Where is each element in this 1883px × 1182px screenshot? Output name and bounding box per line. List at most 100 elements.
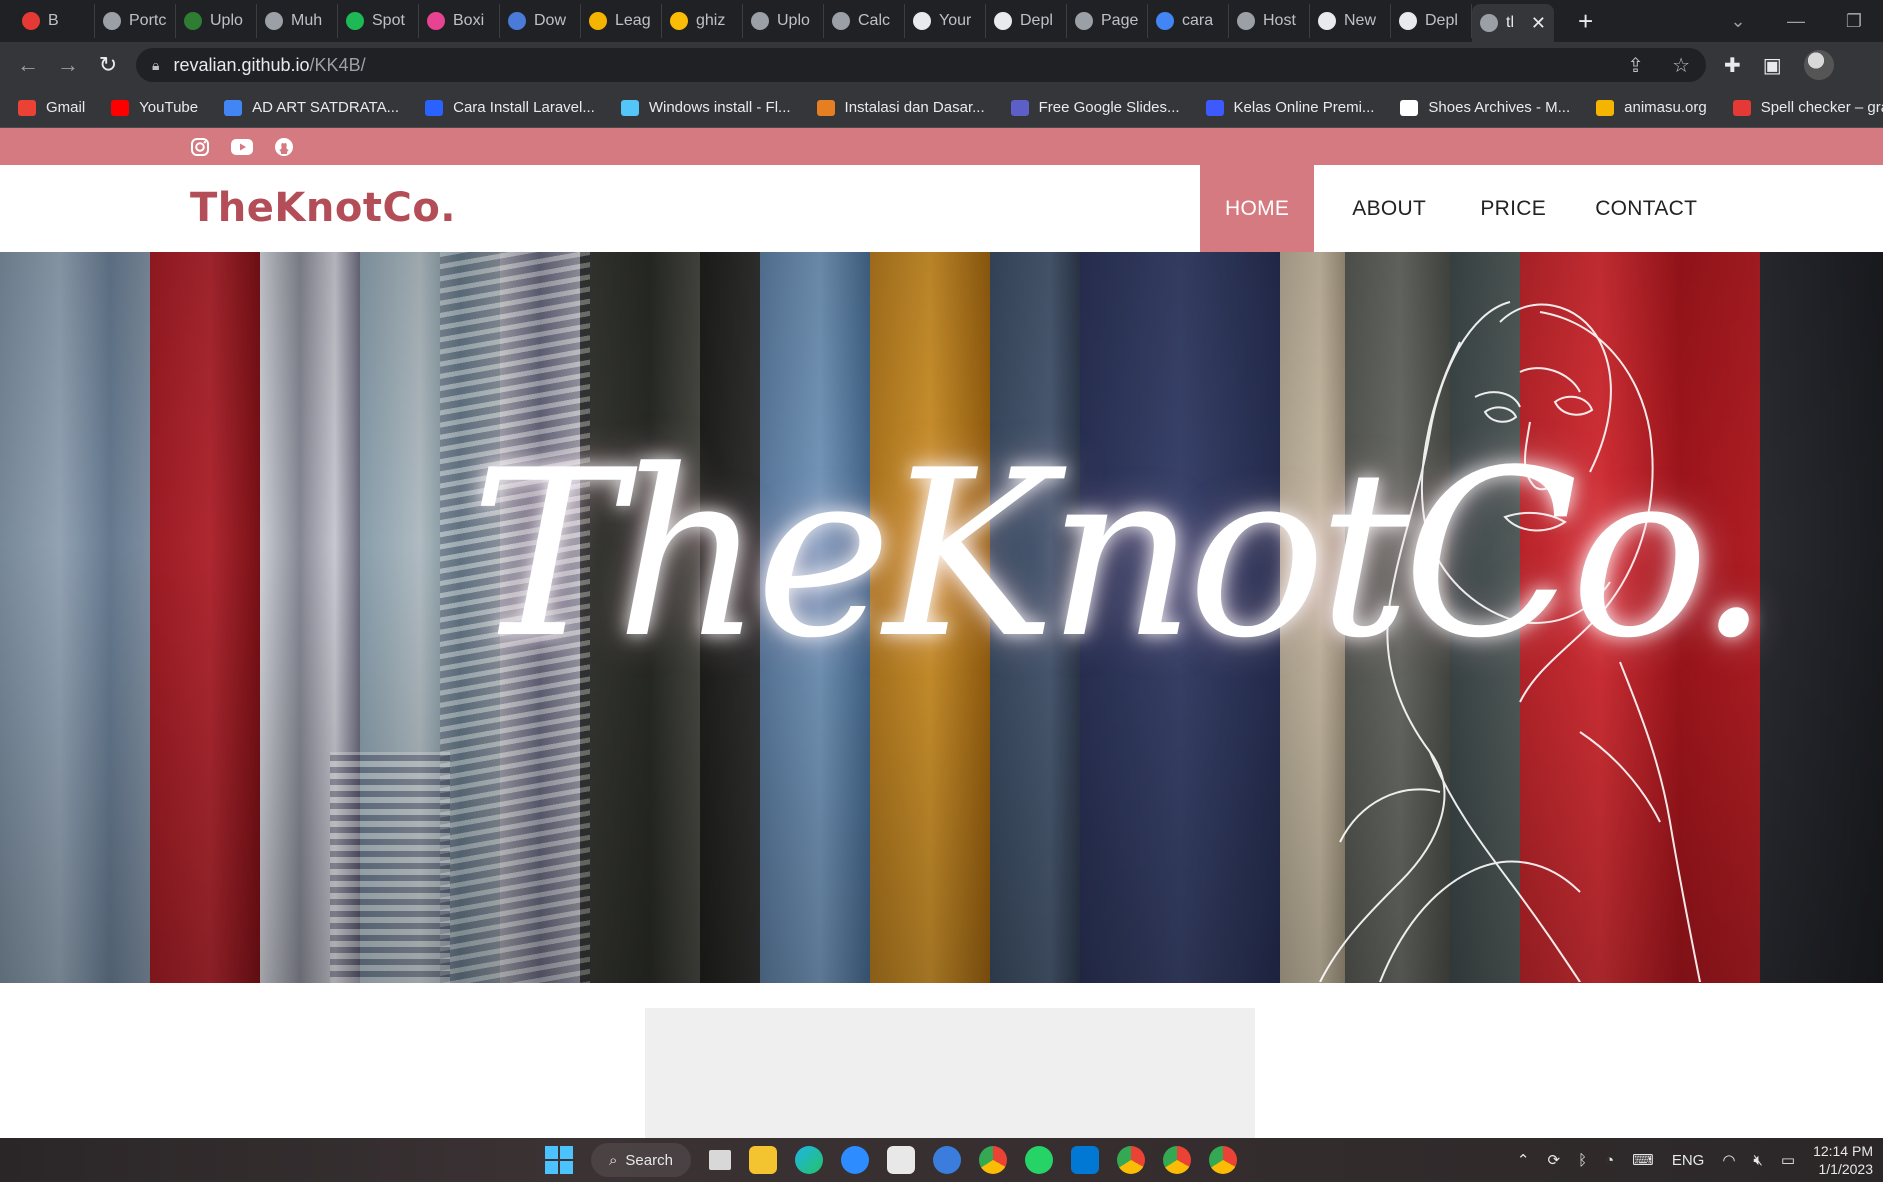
chrome-profile-icon[interactable] [1116,1146,1145,1174]
battery-icon[interactable]: ▭ [1781,1151,1795,1169]
edge-icon[interactable] [794,1146,823,1174]
browser-tab[interactable]: Spot [338,4,419,38]
task-view-icon[interactable] [708,1150,731,1170]
tab-favicon-icon [346,12,364,30]
bookmark-item[interactable]: YouTube [111,99,198,116]
tab-favicon-icon [1075,12,1093,30]
bookmark-item[interactable]: animasu.org [1596,99,1707,116]
forward-button[interactable]: → [48,52,88,78]
bookmark-favicon-icon [425,99,444,116]
reload-button[interactable]: ↻ [88,52,128,78]
social-topbar [0,128,1883,165]
bookmark-item[interactable]: Spell checker – gra... [1732,99,1883,116]
lock-icon[interactable]: 🔒︎ [152,57,159,74]
bookmark-item[interactable]: Cara Install Laravel... [425,99,595,116]
bookmark-item[interactable]: Windows install - Fl... [620,99,791,116]
close-tab-icon[interactable]: ✕ [1531,13,1546,34]
browser-tab[interactable]: Uplo [176,4,257,38]
nav-contact[interactable]: CONTACT [1570,165,1722,252]
tab-search-chevron-icon[interactable]: ⌄ [1709,11,1767,32]
language-indicator[interactable]: ENG [1672,1152,1705,1169]
tab-title: Spot [372,12,405,29]
browser-tab[interactable]: Uplo [743,4,824,38]
bookmark-item[interactable]: Shoes Archives - M... [1400,99,1570,116]
tab-favicon-icon [994,12,1012,30]
clock-time: 12:14 PM [1813,1143,1873,1159]
browser-tab[interactable]: Portc [95,4,176,38]
bookmark-item[interactable]: Instalasi dan Dasar... [816,99,985,116]
profile-avatar[interactable] [1803,50,1834,80]
nav-home[interactable]: HOME [1200,165,1315,252]
github-icon[interactable] [273,136,295,158]
security-icon[interactable]: ◔ [1605,1152,1614,1169]
browser-tab[interactable]: Host [1229,4,1310,38]
bookmark-item[interactable]: AD ART SATDRATA... [224,99,399,116]
tab-favicon-icon [103,12,121,30]
volume-muted-icon[interactable]: 🔇︎ [1753,1152,1762,1169]
search-icon: ⌕ [609,1151,618,1169]
browser-tab[interactable]: Leag [581,4,662,38]
browser-tab[interactable]: cara [1148,4,1229,38]
chrome-profile-2-icon[interactable] [1162,1146,1191,1174]
tab-title: Muh [291,12,323,29]
tab-favicon-icon [751,12,769,30]
nav-about[interactable]: ABOUT [1322,165,1456,252]
browser-tab[interactable]: Calc [824,4,905,38]
sync-icon[interactable]: ⟳ [1548,1151,1561,1169]
browser-tab[interactable]: Page [1067,4,1148,38]
tab-favicon-icon [1318,12,1336,30]
wifi-icon[interactable]: ◠ [1722,1151,1735,1169]
chrome-icon[interactable] [978,1146,1007,1174]
bookmark-item[interactable]: Kelas Online Premi... [1205,99,1374,116]
browser-tab[interactable]: ghiz [662,4,743,38]
browser-tab-strip: B Portc Uplo Muh Spot Boxi Dow Leag ghiz Uplo Calc… [0,0,1883,42]
browser-tab[interactable]: New [1310,4,1391,38]
bookmark-favicon-icon [111,99,130,116]
bookmark-label: AD ART SATDRATA... [252,99,400,116]
zoom-icon[interactable] [840,1146,869,1174]
side-panel-icon[interactable]: ▣ [1763,53,1782,78]
windows-start-icon[interactable] [545,1146,573,1174]
bookmark-favicon-icon [620,99,639,116]
taskbar-search[interactable]: ⌕ Search [591,1143,691,1177]
vscode-icon[interactable] [1070,1146,1099,1174]
keyboard-icon[interactable]: ⌨ [1632,1151,1654,1169]
site-logo[interactable]: TheKnotCo. [190,185,456,231]
active-browser-tab[interactable]: tl ✕ [1472,4,1554,42]
instagram-icon[interactable] [189,136,211,158]
chrome-profile-3-icon[interactable] [1208,1146,1237,1174]
nav-price[interactable]: PRICE [1456,165,1570,252]
restore-button[interactable]: ❐ [1825,11,1883,32]
bookmark-item[interactable]: Free Google Slides... [1010,99,1180,116]
bookmark-favicon-icon [1010,99,1029,116]
tab-favicon-icon [184,12,202,30]
hero-script-logo: TheKnotCo. [470,422,1770,689]
snipping-tool-icon[interactable] [886,1146,915,1174]
tab-favicon-icon [508,12,526,30]
app-icon[interactable] [932,1146,961,1174]
browser-tab[interactable]: Boxi [419,4,500,38]
bookmark-label: Cara Install Laravel... [453,99,595,116]
back-button[interactable]: ← [8,52,48,78]
file-explorer-icon[interactable] [748,1146,777,1174]
bluetooth-icon[interactable]: ᛒ [1578,1152,1587,1169]
browser-tab[interactable]: Depl [1391,4,1472,38]
youtube-icon[interactable] [231,136,253,158]
tab-title: Portc [129,12,167,29]
whatsapp-icon[interactable] [1024,1146,1053,1174]
tab-favicon-icon [1399,12,1417,30]
browser-tab[interactable]: B [14,4,95,38]
url-bar[interactable]: 🔒︎ revalian.github.io/KK4B/ ⇪ ☆ [136,48,1706,82]
browser-tab[interactable]: Dow [500,4,581,38]
extensions-puzzle-icon[interactable]: ✚ [1724,53,1741,78]
browser-tab[interactable]: Depl [986,4,1067,38]
new-tab-button[interactable]: + [1578,6,1593,37]
system-clock[interactable]: 12:14 PM 1/1/2023 [1813,1142,1873,1178]
browser-tab[interactable]: Your [905,4,986,38]
chevron-up-icon[interactable]: ⌃ [1517,1151,1530,1169]
bookmark-item[interactable]: Gmail [18,99,85,116]
share-icon[interactable]: ⇪ [1627,53,1644,78]
minimize-button[interactable]: — [1767,11,1825,32]
bookmark-star-icon[interactable]: ☆ [1672,53,1690,78]
browser-tab[interactable]: Muh [257,4,338,38]
